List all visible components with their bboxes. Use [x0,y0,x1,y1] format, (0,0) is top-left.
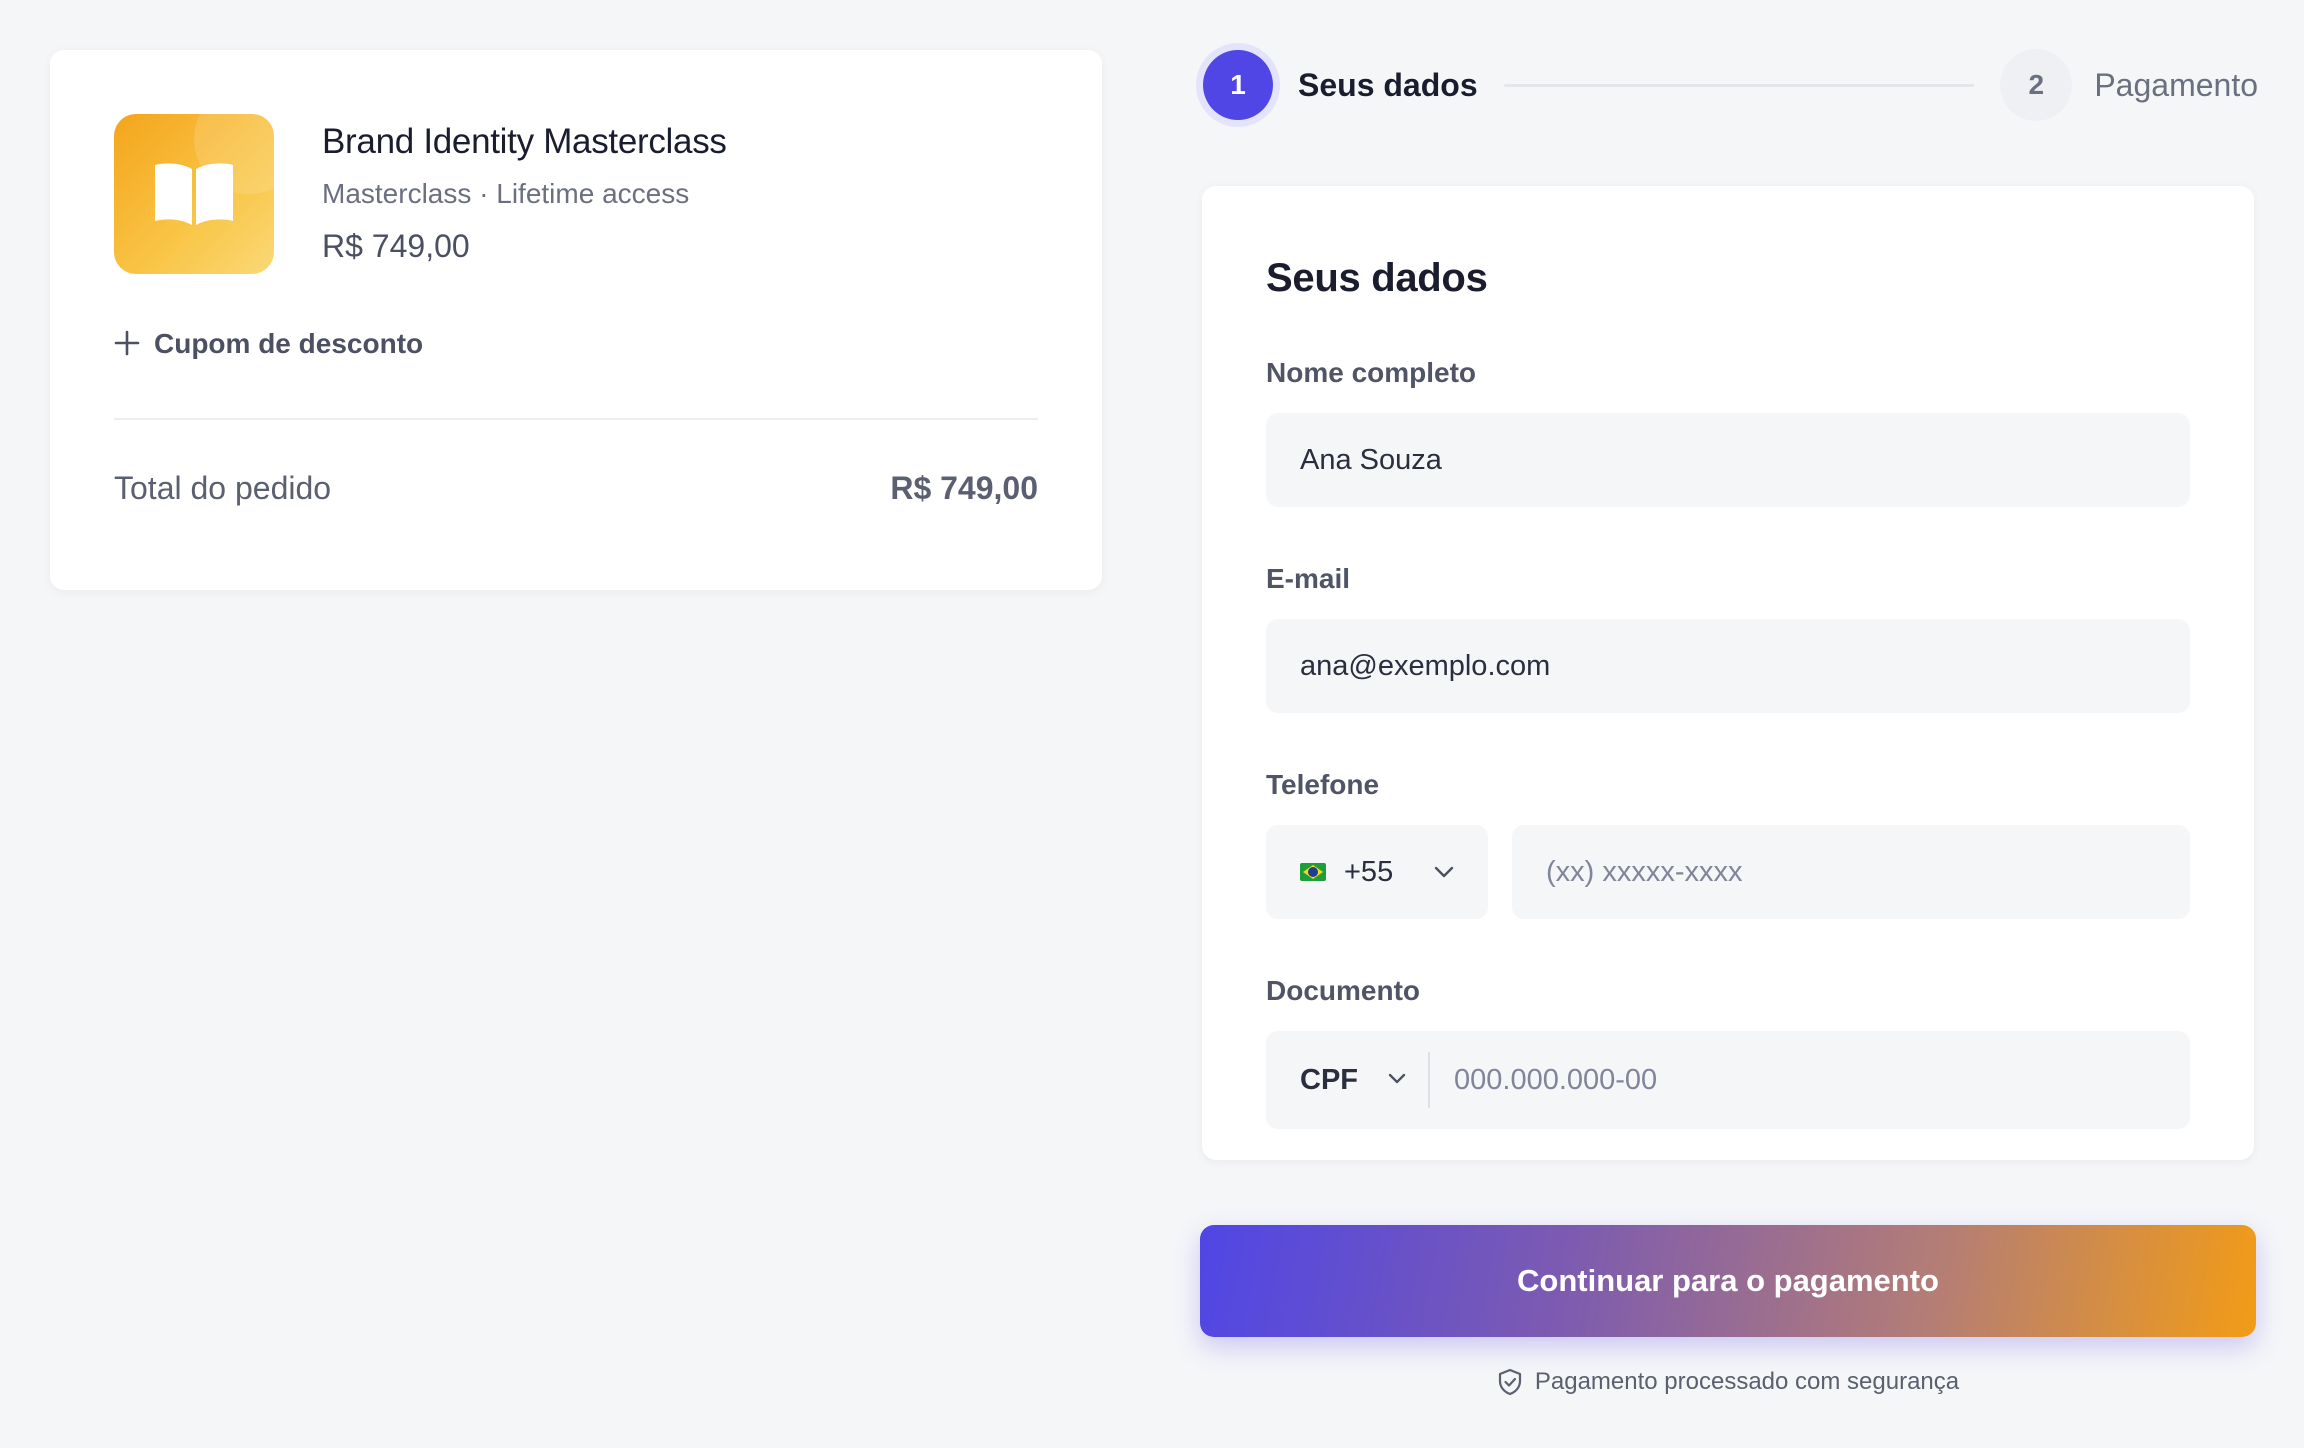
checkout-page: Brand Identity Masterclass Masterclass ·… [0,0,2304,1448]
checkout-stepper: 1 Seus dados 2 Pagamento [1196,42,2258,128]
product-subtitle: Masterclass · Lifetime access [322,178,690,209]
product-row: Brand Identity Masterclass Masterclass ·… [114,114,1038,274]
customer-data-form: Seus dados Nome completo Ana Souza E-mai… [1202,186,2254,1160]
order-total-row: Total do pedido R$ 749,00 [114,470,1038,507]
product-info: Brand Identity Masterclass Masterclass ·… [322,114,727,265]
step-2-indicator[interactable]: 2 [2000,49,2073,121]
coupon-label: Cupom de desconto [154,328,424,359]
name-label: Nome completo [1266,357,1477,388]
shield-check-icon [1498,1368,1521,1396]
document-label: Documento [1266,975,1420,1006]
continue-to-payment-button[interactable]: Continuar para o pagamento [1200,1225,2256,1337]
order-summary-card: Brand Identity Masterclass Masterclass ·… [50,50,1102,590]
form-title: Seus dados [1266,256,1488,300]
name-input[interactable]: Ana Souza [1266,413,2190,507]
phone-number-input[interactable]: (xx) xxxxx-xxxx [1512,825,2190,919]
product-price: R$ 749,00 [322,228,470,264]
secure-note-text: Pagamento processado com segurança [1534,1368,1960,1395]
step-1-number: 1 [1203,50,1273,120]
phone-country-select[interactable]: +55 [1266,825,1488,919]
document-number-input[interactable]: 000.000.000-00 [1430,1064,2190,1097]
step-2-label: Pagamento [2094,66,2258,103]
product-title: Brand Identity Masterclass [322,122,727,161]
email-label: E-mail [1266,563,1351,594]
phone-country-code: +55 [1344,855,1394,888]
document-type-value: CPF [1300,1063,1358,1096]
chevron-down-icon [1434,866,1454,878]
step-1-indicator[interactable]: 1 [1196,43,1280,127]
coupon-toggle[interactable]: Cupom de desconto [114,326,423,362]
document-field: CPF 000.000.000-00 [1266,1031,2190,1129]
chevron-down-icon [1388,1071,1406,1089]
step-connector [1503,83,1975,87]
product-thumbnail [114,114,274,274]
total-label: Total do pedido [114,470,332,506]
total-value: R$ 749,00 [890,470,1038,506]
document-type-select[interactable]: CPF [1266,1052,1430,1108]
secure-payment-note: Pagamento processado com segurança [1200,1368,2256,1396]
plus-icon [114,326,140,362]
summary-divider [114,418,1038,420]
email-input[interactable]: ana@exemplo.com [1266,619,2190,713]
brazil-flag-icon [1300,863,1326,881]
open-book-icon [155,163,233,225]
step-1-label: Seus dados [1298,66,1478,103]
phone-row: +55 (xx) xxxxx-xxxx [1266,825,2190,919]
phone-label: Telefone [1266,769,1380,800]
